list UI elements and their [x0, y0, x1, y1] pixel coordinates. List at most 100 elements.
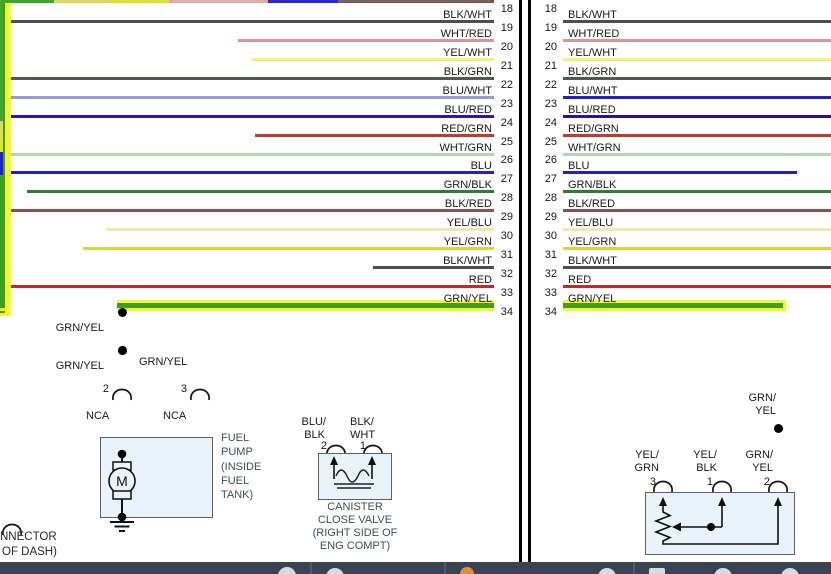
wire-color-label-right: GRN/YEL: [568, 293, 616, 305]
caption-line: CANISTER: [290, 501, 420, 513]
pin-number-left: 21: [501, 60, 513, 72]
wire-color-label-left: YEL/BLU: [447, 217, 492, 229]
pin-number-left: 26: [501, 154, 513, 166]
pin-number-right: 25: [545, 136, 557, 148]
wire-line-left: [0, 20, 494, 23]
wire-color-label-right: YEL/BLU: [568, 217, 613, 229]
caption-line: FUEL: [221, 475, 249, 487]
wire-color-label-right: WHT/GRN: [568, 142, 621, 154]
toolbar-icon-3[interactable]: [460, 567, 474, 574]
wire-line-left: [0, 153, 494, 156]
wire-color-label-right: YEL/GRN: [568, 236, 616, 248]
wire-color-label-left: BLK/WHT: [443, 9, 492, 21]
panel-divider: [519, 0, 522, 562]
wire-line-left: [0, 115, 494, 118]
wire-line-left: [117, 303, 494, 308]
wire-color-label-left: YEL/WHT: [443, 47, 492, 59]
wire-color-label-left: BLK/GRN: [444, 66, 492, 78]
wire-color-label: GRN/: [749, 392, 777, 404]
toolbar-icon-7[interactable]: [781, 568, 799, 574]
pin-number-right: 20: [545, 41, 557, 53]
toolbar-icon-5[interactable]: [649, 568, 665, 574]
potentiometer-symbol: [645, 492, 795, 555]
wire-color-label-left: BLU/RED: [444, 104, 492, 116]
toolbar-icon-4[interactable]: [598, 568, 616, 574]
wire-color-label-left: GRN/YEL: [444, 293, 492, 305]
fuel-pump-motor-symbol: M: [100, 441, 144, 537]
wire-color-label-left: RED: [469, 274, 492, 286]
pin-number: 2: [764, 476, 770, 488]
pin-number-right: 29: [545, 211, 557, 223]
caption-line: TANK): [221, 489, 253, 501]
wire-line-right: [563, 171, 797, 174]
wire-color-label-left: RED/GRN: [441, 123, 492, 135]
junction-dot: [774, 424, 783, 433]
panel-divider: [528, 0, 531, 562]
pin-number-right: 28: [545, 192, 557, 204]
wire-line: [0, 0, 54, 3]
wire-color-label: BLK/: [350, 416, 374, 428]
caption-line: (INSIDE: [221, 461, 261, 473]
pin-number-left: 30: [501, 230, 513, 242]
caption-line: CLOSE VALVE: [290, 514, 420, 526]
pin-number-right: 33: [545, 287, 557, 299]
pin-number-left: 34: [501, 306, 513, 318]
pin-number-right: 31: [545, 249, 557, 261]
pin-number: 1: [707, 476, 713, 488]
pin-number-left: 24: [501, 117, 513, 129]
svg-text:M: M: [116, 473, 128, 489]
wire-line-left: [0, 77, 494, 80]
pin-number-left: 27: [501, 173, 513, 185]
pin-number-right: 19: [545, 22, 557, 34]
pin-number-left: 31: [501, 249, 513, 261]
pin-number-right: 32: [545, 268, 557, 280]
wire-line-left: [83, 247, 494, 250]
wire-color-label-right: BLK/WHT: [568, 255, 617, 267]
wire-color-label: GRN: [635, 462, 659, 474]
pin-number-left: 20: [501, 41, 513, 53]
toolbar-icon-2[interactable]: [326, 568, 344, 574]
pin-number-left: 22: [501, 79, 513, 91]
pin-number-right: 18: [545, 3, 557, 15]
wire-color-label-right: RED: [568, 274, 591, 286]
wire-line: [0, 0, 3, 121]
caption-line: NNECTOR: [0, 531, 57, 543]
toolbar-icon-6[interactable]: [714, 568, 732, 574]
caption-line: OF DASH): [2, 546, 57, 558]
pin-number-left: 18: [501, 3, 513, 15]
pin-number: 3: [181, 383, 187, 395]
caption-line: ENG COMPT): [290, 540, 420, 552]
wire-line-left: [10, 285, 494, 288]
wire-color-label-right: BLU: [568, 160, 589, 172]
junction-dot: [118, 346, 127, 355]
pin-number: 1: [360, 440, 366, 452]
wire-color-label: GRN/YEL: [56, 322, 104, 334]
wire-color-label-left: BLU/WHT: [443, 85, 493, 97]
wire-color-label-right: WHT/RED: [568, 28, 619, 40]
wire-color-label: YEL: [755, 405, 776, 417]
wire-color-label-left: WHT/GRN: [439, 142, 492, 154]
wire-line-left: [0, 209, 494, 212]
wiring-diagram-viewport: BLK/WHTBLK/WHT1818WHT/REDWHT/RED1919YEL/…: [0, 0, 831, 574]
wire-line-right: [563, 285, 831, 288]
wire-color-label-left: YEL/GRN: [444, 236, 492, 248]
wire-color-label-right: BLU/WHT: [568, 85, 618, 97]
wire-color-label: YEL/: [693, 449, 717, 461]
wire-color-label-right: BLK/WHT: [568, 9, 617, 21]
pin-number-left: 25: [501, 136, 513, 148]
toolbar-separator: [444, 562, 446, 574]
wire-color-label-left: WHT/RED: [441, 28, 492, 40]
pin-number-right: 27: [545, 173, 557, 185]
wire-color-label-left: BLK/WHT: [443, 255, 492, 267]
pin-number-right: 34: [545, 306, 557, 318]
toolbar-separator: [633, 562, 635, 574]
pin-number-right: 30: [545, 230, 557, 242]
wire-color-label: BLU/: [302, 416, 326, 428]
wire-color-label: YEL: [752, 462, 773, 474]
pin-number-right: 24: [545, 117, 557, 129]
wire-color-label-right: RED/GRN: [568, 123, 619, 135]
toolbar-icon-1[interactable]: [278, 567, 296, 574]
toolbar-separator: [310, 562, 312, 574]
pin-number: 2: [321, 440, 327, 452]
connector-terminal-icon: [189, 388, 211, 401]
